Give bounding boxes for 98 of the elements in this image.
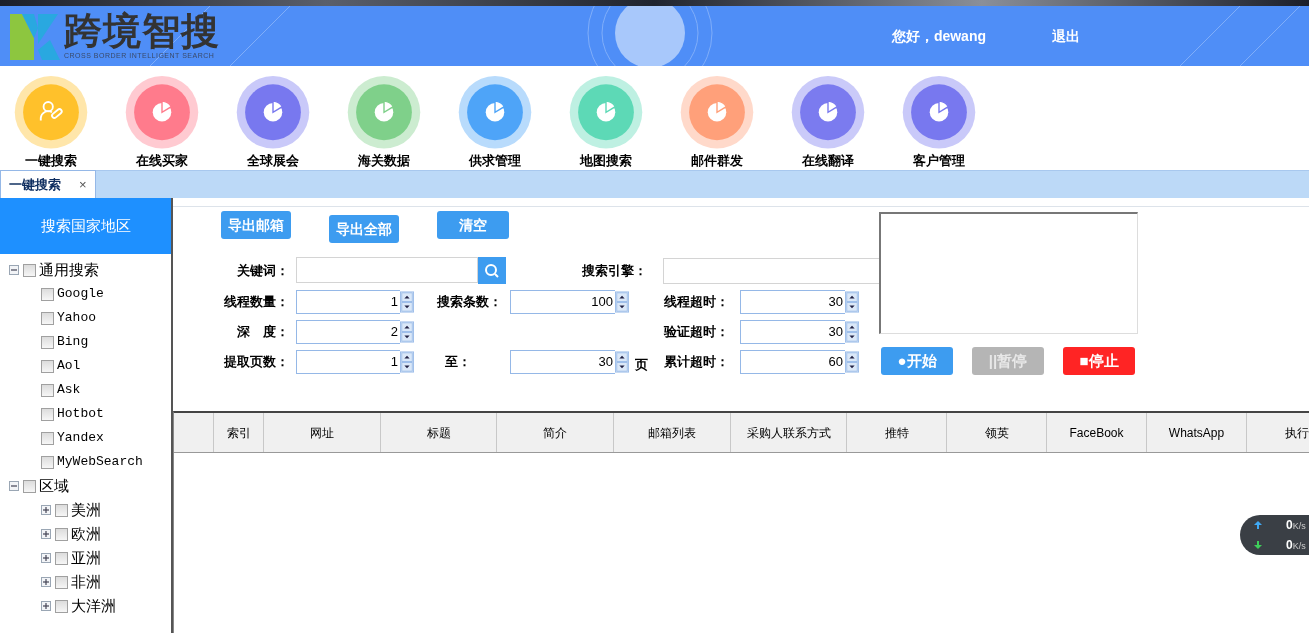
column-header[interactable]: 标题 <box>381 413 497 452</box>
checkbox[interactable] <box>41 287 54 301</box>
field-label: 深 度： <box>236 323 289 342</box>
field-label: 搜索引擎： <box>581 261 648 280</box>
checkbox[interactable] <box>55 551 68 565</box>
stepper-icon[interactable] <box>614 290 629 314</box>
field-label: 提取页数： <box>223 353 289 372</box>
nav-button[interactable]: 全球展会 <box>217 66 328 170</box>
expand-icon[interactable] <box>41 529 51 539</box>
checkbox[interactable] <box>55 503 68 517</box>
number-field[interactable]: 1 <box>296 350 400 374</box>
greeting-text: 您好，dewang <box>891 26 986 46</box>
number-field[interactable]: 100 <box>510 290 615 314</box>
number-field[interactable]: 1 <box>296 290 400 314</box>
sidebar-header: 搜索国家地区 <box>0 198 171 254</box>
log-area[interactable] <box>879 212 1138 334</box>
tree-item[interactable]: Yahoo <box>57 308 96 328</box>
tree-item[interactable]: 欧洲 <box>71 522 101 546</box>
field-label: 搜索条数： <box>436 293 502 312</box>
tree-item[interactable]: Yandex <box>57 428 104 448</box>
stepper-icon[interactable] <box>614 350 629 374</box>
field-label: 线程超时： <box>663 293 729 312</box>
keyword-field[interactable] <box>296 257 478 283</box>
nav-button[interactable]: 供求管理 <box>439 66 550 170</box>
tree-item[interactable]: Hotbot <box>57 404 104 424</box>
nav-button[interactable]: 一键搜索 <box>0 66 106 170</box>
tree-item[interactable]: 大洋洲 <box>71 594 116 618</box>
field-label: 线程数量： <box>223 293 289 312</box>
field-label: 验证超时： <box>662 323 729 342</box>
tree-item[interactable]: Google <box>57 284 104 304</box>
nav-button[interactable]: 邮件群发 <box>661 66 772 170</box>
checkbox[interactable] <box>41 311 54 325</box>
stepper-icon[interactable] <box>844 320 859 344</box>
checkbox[interactable] <box>41 383 54 397</box>
tree-item[interactable]: Ask <box>57 380 81 400</box>
column-header[interactable]: 执行 <box>1247 413 1309 452</box>
unit-label: 页 <box>634 355 649 374</box>
field-label: 关键词： <box>236 261 289 280</box>
upload-speed: 0K/s <box>1286 517 1306 535</box>
checkbox[interactable] <box>41 335 54 349</box>
checkbox[interactable] <box>55 599 68 613</box>
column-header[interactable]: 网址 <box>264 413 381 452</box>
tab[interactable]: 一键搜索 × <box>0 170 96 198</box>
tree-item[interactable]: Bing <box>57 332 89 352</box>
arrow-down-icon <box>1254 541 1262 549</box>
checkbox[interactable] <box>41 455 54 469</box>
column-header[interactable]: 推特 <box>847 413 947 452</box>
column-header[interactable]: 领英 <box>947 413 1047 452</box>
download-speed: 0K/s <box>1286 537 1306 555</box>
tree-item[interactable]: MyWebSearch <box>57 452 143 472</box>
column-header[interactable]: 索引 <box>214 413 264 452</box>
tree-item[interactable]: 非洲 <box>71 570 101 594</box>
stepper-icon[interactable] <box>400 320 414 344</box>
arrow-up-icon <box>1254 521 1262 529</box>
column-header[interactable]: 简介 <box>497 413 614 452</box>
checkbox[interactable] <box>23 263 36 277</box>
search-icon <box>484 262 500 279</box>
tree-item[interactable]: 亚洲 <box>71 546 101 570</box>
nav-button[interactable]: 海关数据 <box>328 66 439 170</box>
tree-item[interactable]: 区域 <box>39 474 69 498</box>
stepper-icon[interactable] <box>400 350 414 374</box>
checkbox[interactable] <box>55 575 68 589</box>
field-label: 累计超时： <box>663 353 729 372</box>
column-header[interactable]: 采购人联系方式 <box>731 413 847 452</box>
stepper-icon[interactable] <box>844 350 859 374</box>
column-header[interactable]: WhatsApp <box>1147 413 1247 452</box>
checkbox[interactable] <box>41 359 54 373</box>
expand-icon[interactable] <box>41 577 51 587</box>
number-field[interactable]: 30 <box>510 350 615 374</box>
search-button[interactable] <box>478 257 506 284</box>
number-field[interactable]: 30 <box>740 290 845 314</box>
tree-item[interactable]: Aol <box>57 356 81 376</box>
nav-button[interactable]: 地图搜索 <box>550 66 661 170</box>
field-label: 至： <box>444 353 472 372</box>
column-header[interactable]: 邮箱列表 <box>614 413 731 452</box>
collapse-icon[interactable] <box>9 265 19 275</box>
checkbox[interactable] <box>41 407 54 421</box>
checkbox[interactable] <box>55 527 68 541</box>
number-field[interactable]: 30 <box>740 320 845 344</box>
stepper-icon[interactable] <box>844 290 859 314</box>
number-field[interactable]: 2 <box>296 320 400 344</box>
expand-icon[interactable] <box>41 601 51 611</box>
nav-button[interactable]: 客户管理 <box>883 66 994 170</box>
tree-item[interactable]: 通用搜索 <box>39 258 99 282</box>
stop-button[interactable]: ■停止 <box>1063 347 1135 375</box>
number-field[interactable]: 60 <box>740 350 845 374</box>
logo-text: 跨境智搜 <box>64 10 220 51</box>
close-button[interactable]: × <box>79 174 87 195</box>
tree-item[interactable]: 美洲 <box>71 498 101 522</box>
expand-icon[interactable] <box>41 553 51 563</box>
stepper-icon[interactable] <box>400 290 414 314</box>
checkbox[interactable] <box>41 431 54 445</box>
nav-button[interactable]: 在线翻译 <box>772 66 883 170</box>
nav-button[interactable]: 在线买家 <box>106 66 217 170</box>
collapse-icon[interactable] <box>9 481 19 491</box>
column-header[interactable]: FaceBook <box>1047 413 1147 452</box>
checkbox[interactable] <box>23 479 36 493</box>
expand-icon[interactable] <box>41 505 51 515</box>
